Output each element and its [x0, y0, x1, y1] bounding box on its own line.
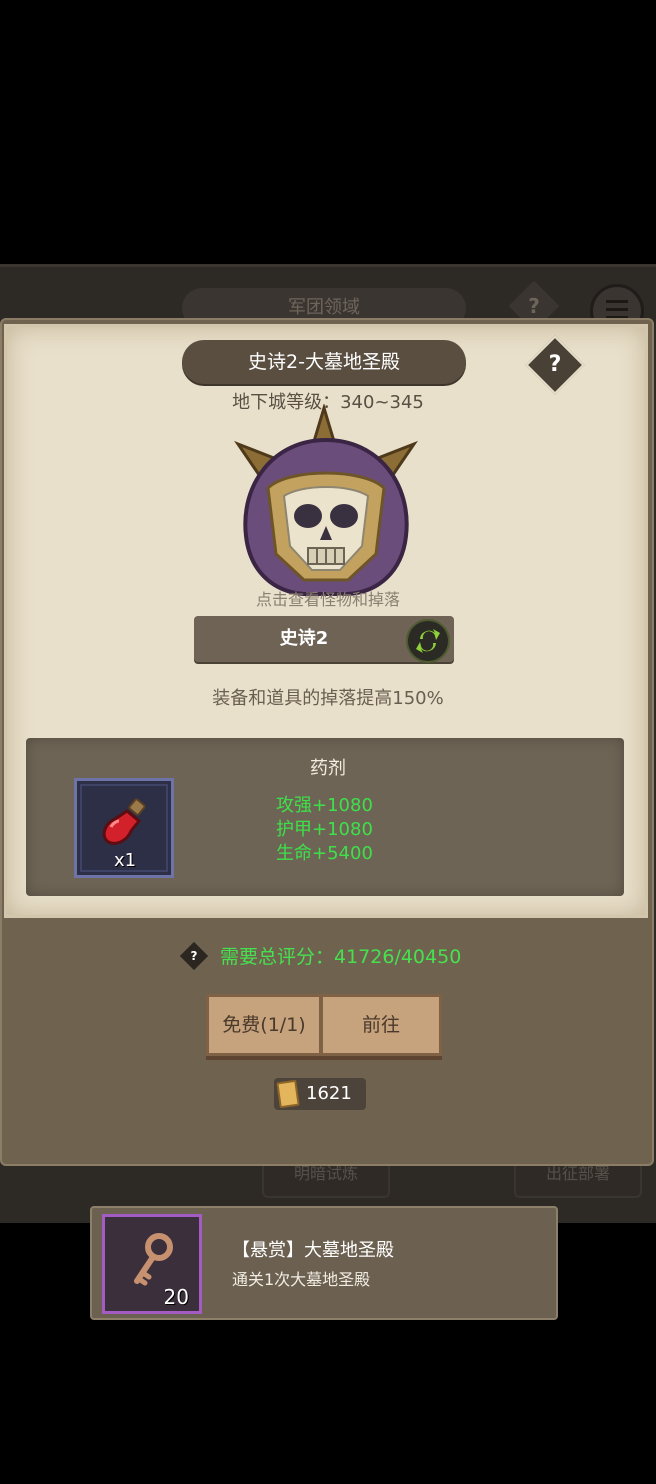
boss-portrait[interactable]	[228, 404, 424, 604]
potion-item-slot[interactable]: x1	[74, 778, 174, 878]
scroll-currency-icon	[276, 1079, 300, 1109]
currency-display: 1621	[274, 1078, 366, 1110]
currency-value: 1621	[306, 1083, 352, 1104]
potion-icon	[102, 798, 146, 845]
key-icon	[134, 1233, 173, 1286]
reward-stats: 攻强+1080 护甲+1080 生命+5400	[276, 794, 373, 866]
key-item-slot[interactable]: 20	[102, 1214, 202, 1314]
difficulty-selector[interactable]: 史诗2	[194, 616, 454, 663]
item-count: x1	[113, 850, 137, 871]
drop-bonus-text: 装备和道具的掉落提高150%	[212, 688, 444, 709]
stat-health: 生命+5400	[276, 843, 373, 864]
free-challenge-button[interactable]: 免费(1/1)	[206, 994, 322, 1056]
bounty-title: 【悬赏】大墓地圣殿	[232, 1240, 394, 1261]
score-help-icon[interactable]: ?	[179, 941, 209, 971]
difficulty-label: 史诗2	[279, 628, 329, 649]
stat-armor: 护甲+1080	[276, 819, 373, 840]
reward-title: 药剂	[310, 758, 346, 779]
dialog-title: 史诗2-大墓地圣殿	[182, 340, 466, 384]
view-monster-hint[interactable]: 点击查看怪物和掉落	[0, 586, 656, 610]
key-count: 20	[163, 1285, 189, 1309]
score-text: 需要总评分：41726/40450	[220, 946, 462, 968]
go-button[interactable]: 前往	[320, 994, 442, 1056]
bounty-description: 通关1次大墓地圣殿	[232, 1270, 371, 1289]
stat-attack: 攻强+1080	[276, 795, 373, 816]
switch-difficulty-icon[interactable]	[406, 619, 450, 663]
